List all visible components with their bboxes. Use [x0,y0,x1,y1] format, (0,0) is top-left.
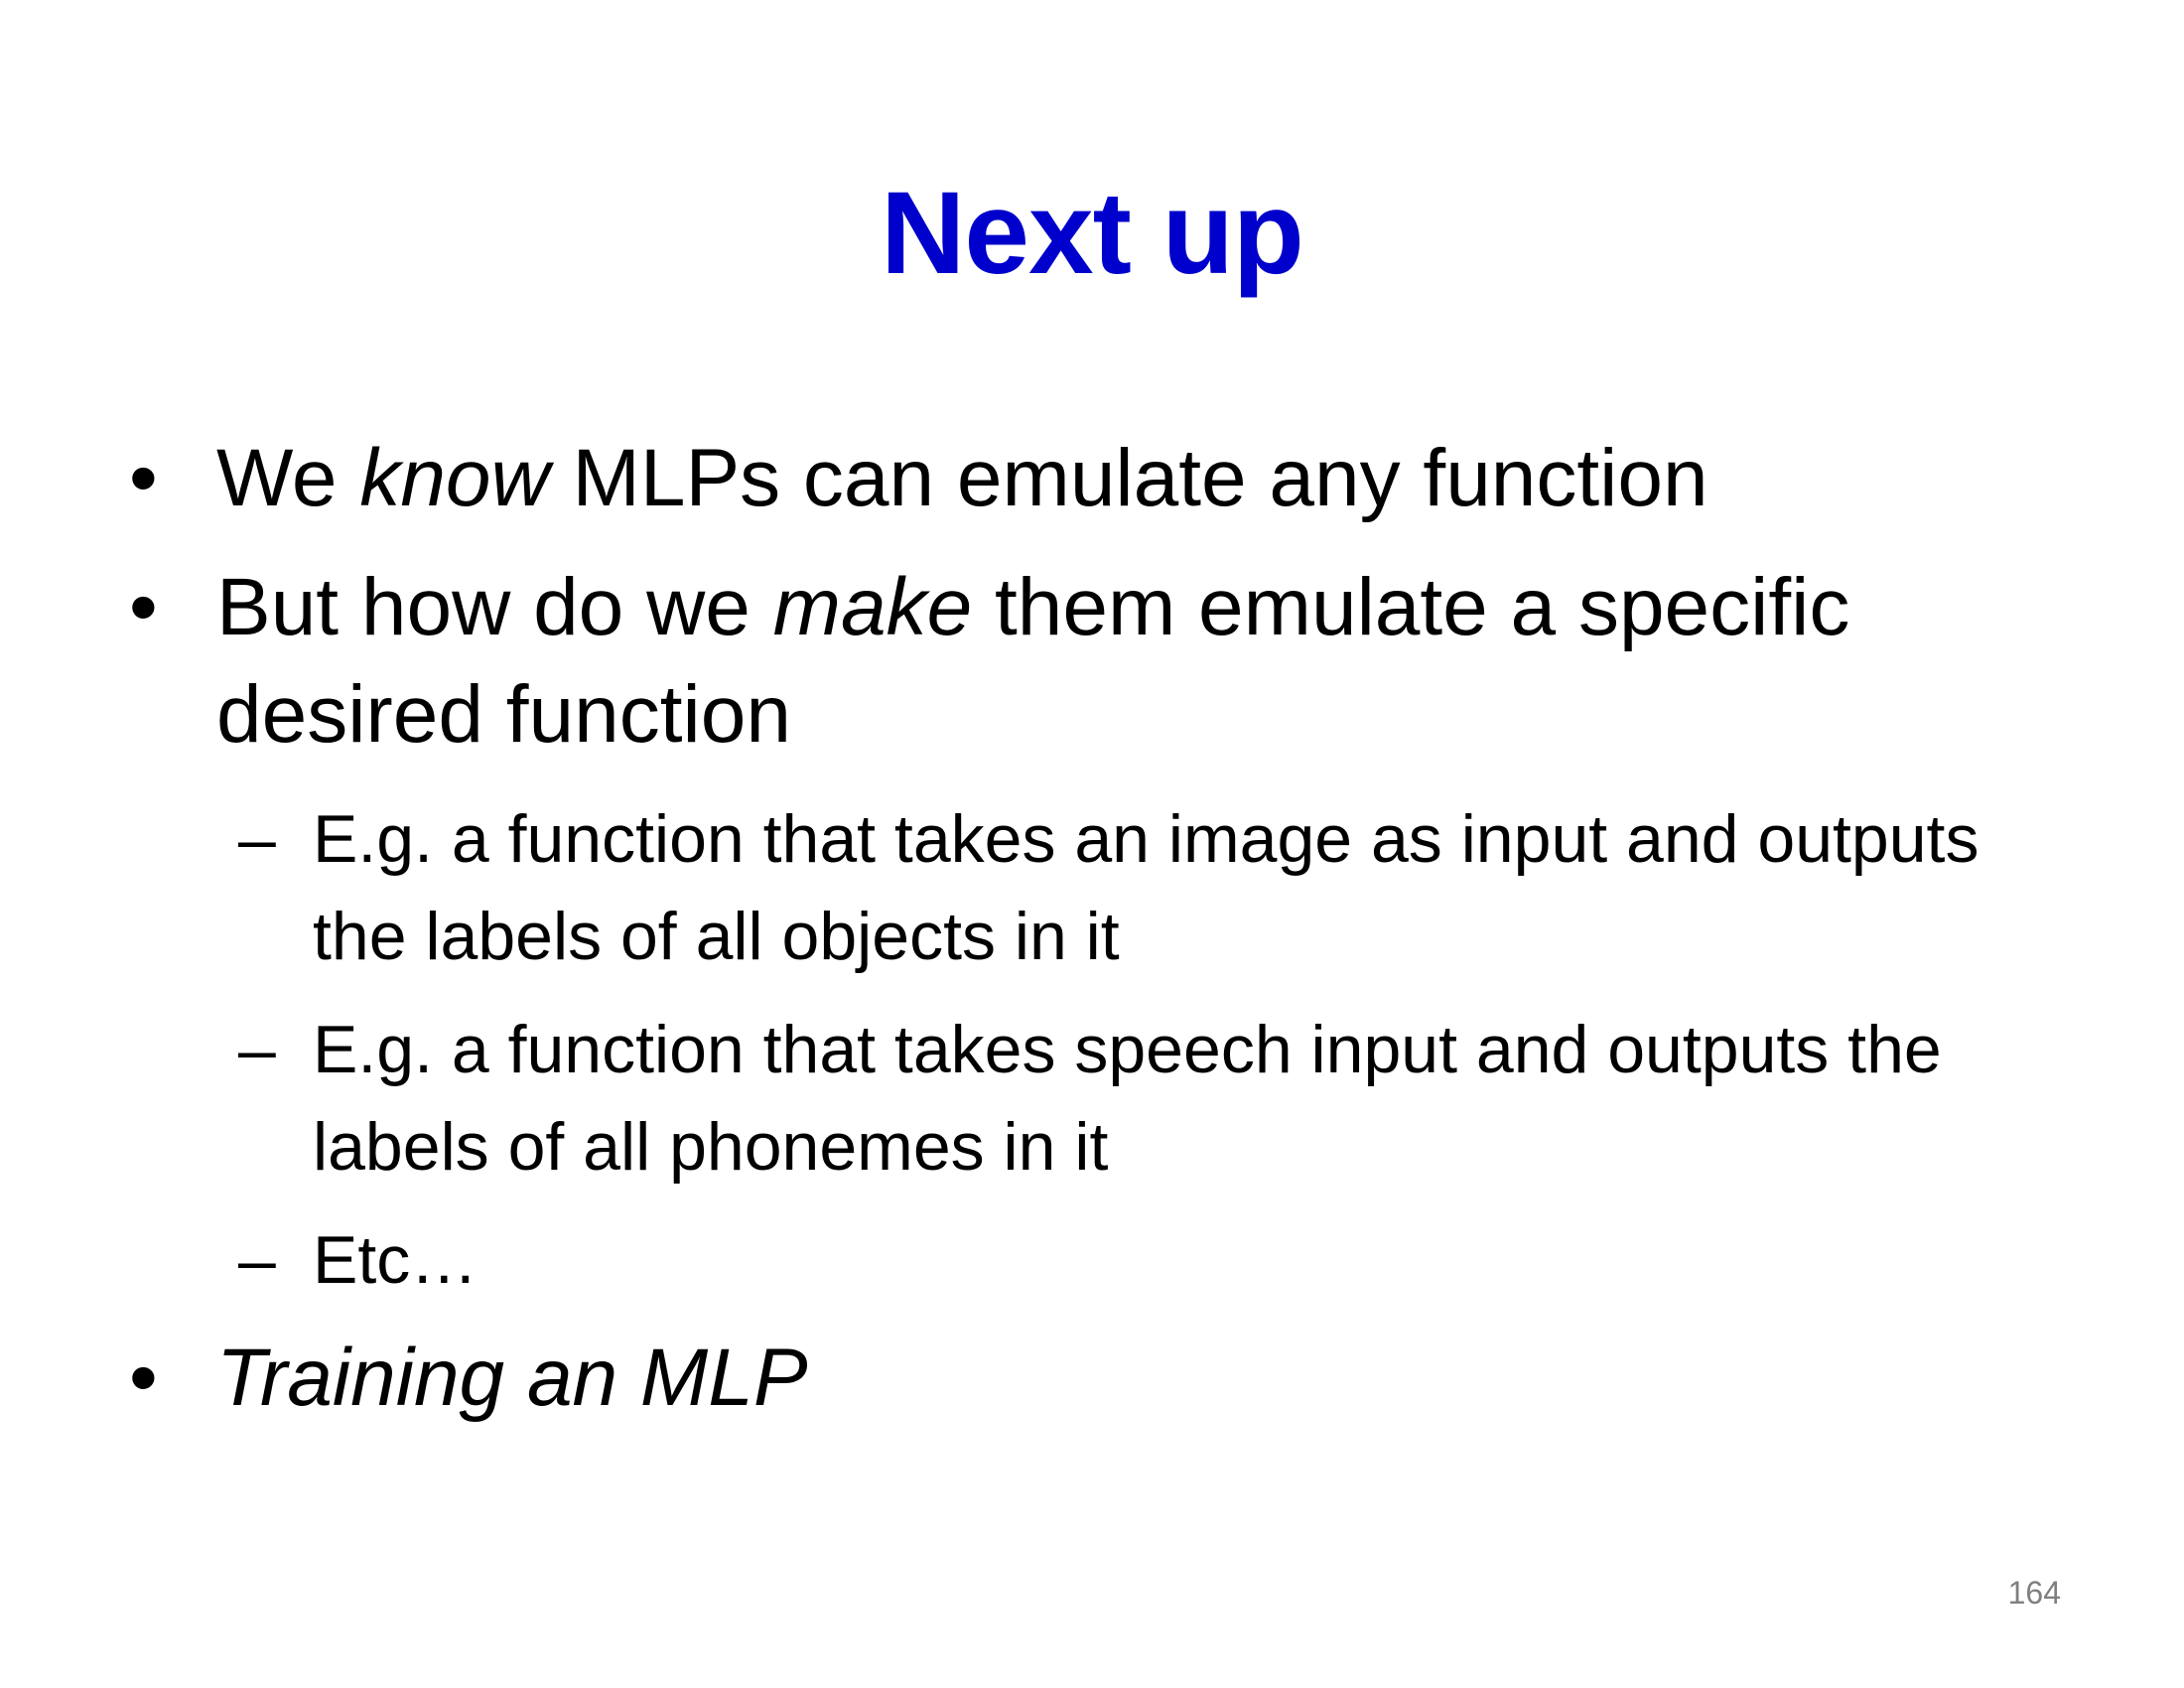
slide-title: Next up [881,168,1304,299]
sub-bullet-marker: – [238,1012,276,1087]
sub-bullet-item-3: – Etc… [129,1211,2015,1309]
bullet-list: • We know MLPs can emulate any function … [129,425,2015,1454]
bullet-text-emphasis: make [772,562,973,652]
bullet-marker: • [129,1333,158,1423]
bullet-marker: • [129,562,158,652]
bullet-item-1: • We know MLPs can emulate any function [129,425,2015,532]
bullet-item-3: • Training an MLP [129,1325,2015,1432]
bullet-text-pre: But how do we [216,562,773,652]
bullet-marker: • [129,433,158,523]
bullet-text-pre: We [216,433,360,523]
sub-bullet-item-1: – E.g. a function that takes an image as… [129,790,2015,985]
slide: Next up • We know MLPs can emulate any f… [0,0,2184,1688]
sub-bullet-marker: – [238,801,276,877]
sub-bullet-marker: – [238,1222,276,1298]
bullet-text-emphasis: Training an MLP [216,1333,808,1423]
bullet-text-emphasis: know [359,433,550,523]
page-number: 164 [2007,1575,2061,1611]
sub-bullet-text: E.g. a function that takes speech input … [313,1012,1942,1185]
sub-bullet-text: Etc… [313,1222,478,1298]
bullet-text-post: MLPs can emulate any function [549,433,1708,523]
bullet-item-2: • But how do we make them emulate a spec… [129,554,2015,769]
sub-bullet-item-2: – E.g. a function that takes speech inpu… [129,1001,2015,1196]
sub-bullet-text: E.g. a function that takes an image as i… [313,801,1979,974]
